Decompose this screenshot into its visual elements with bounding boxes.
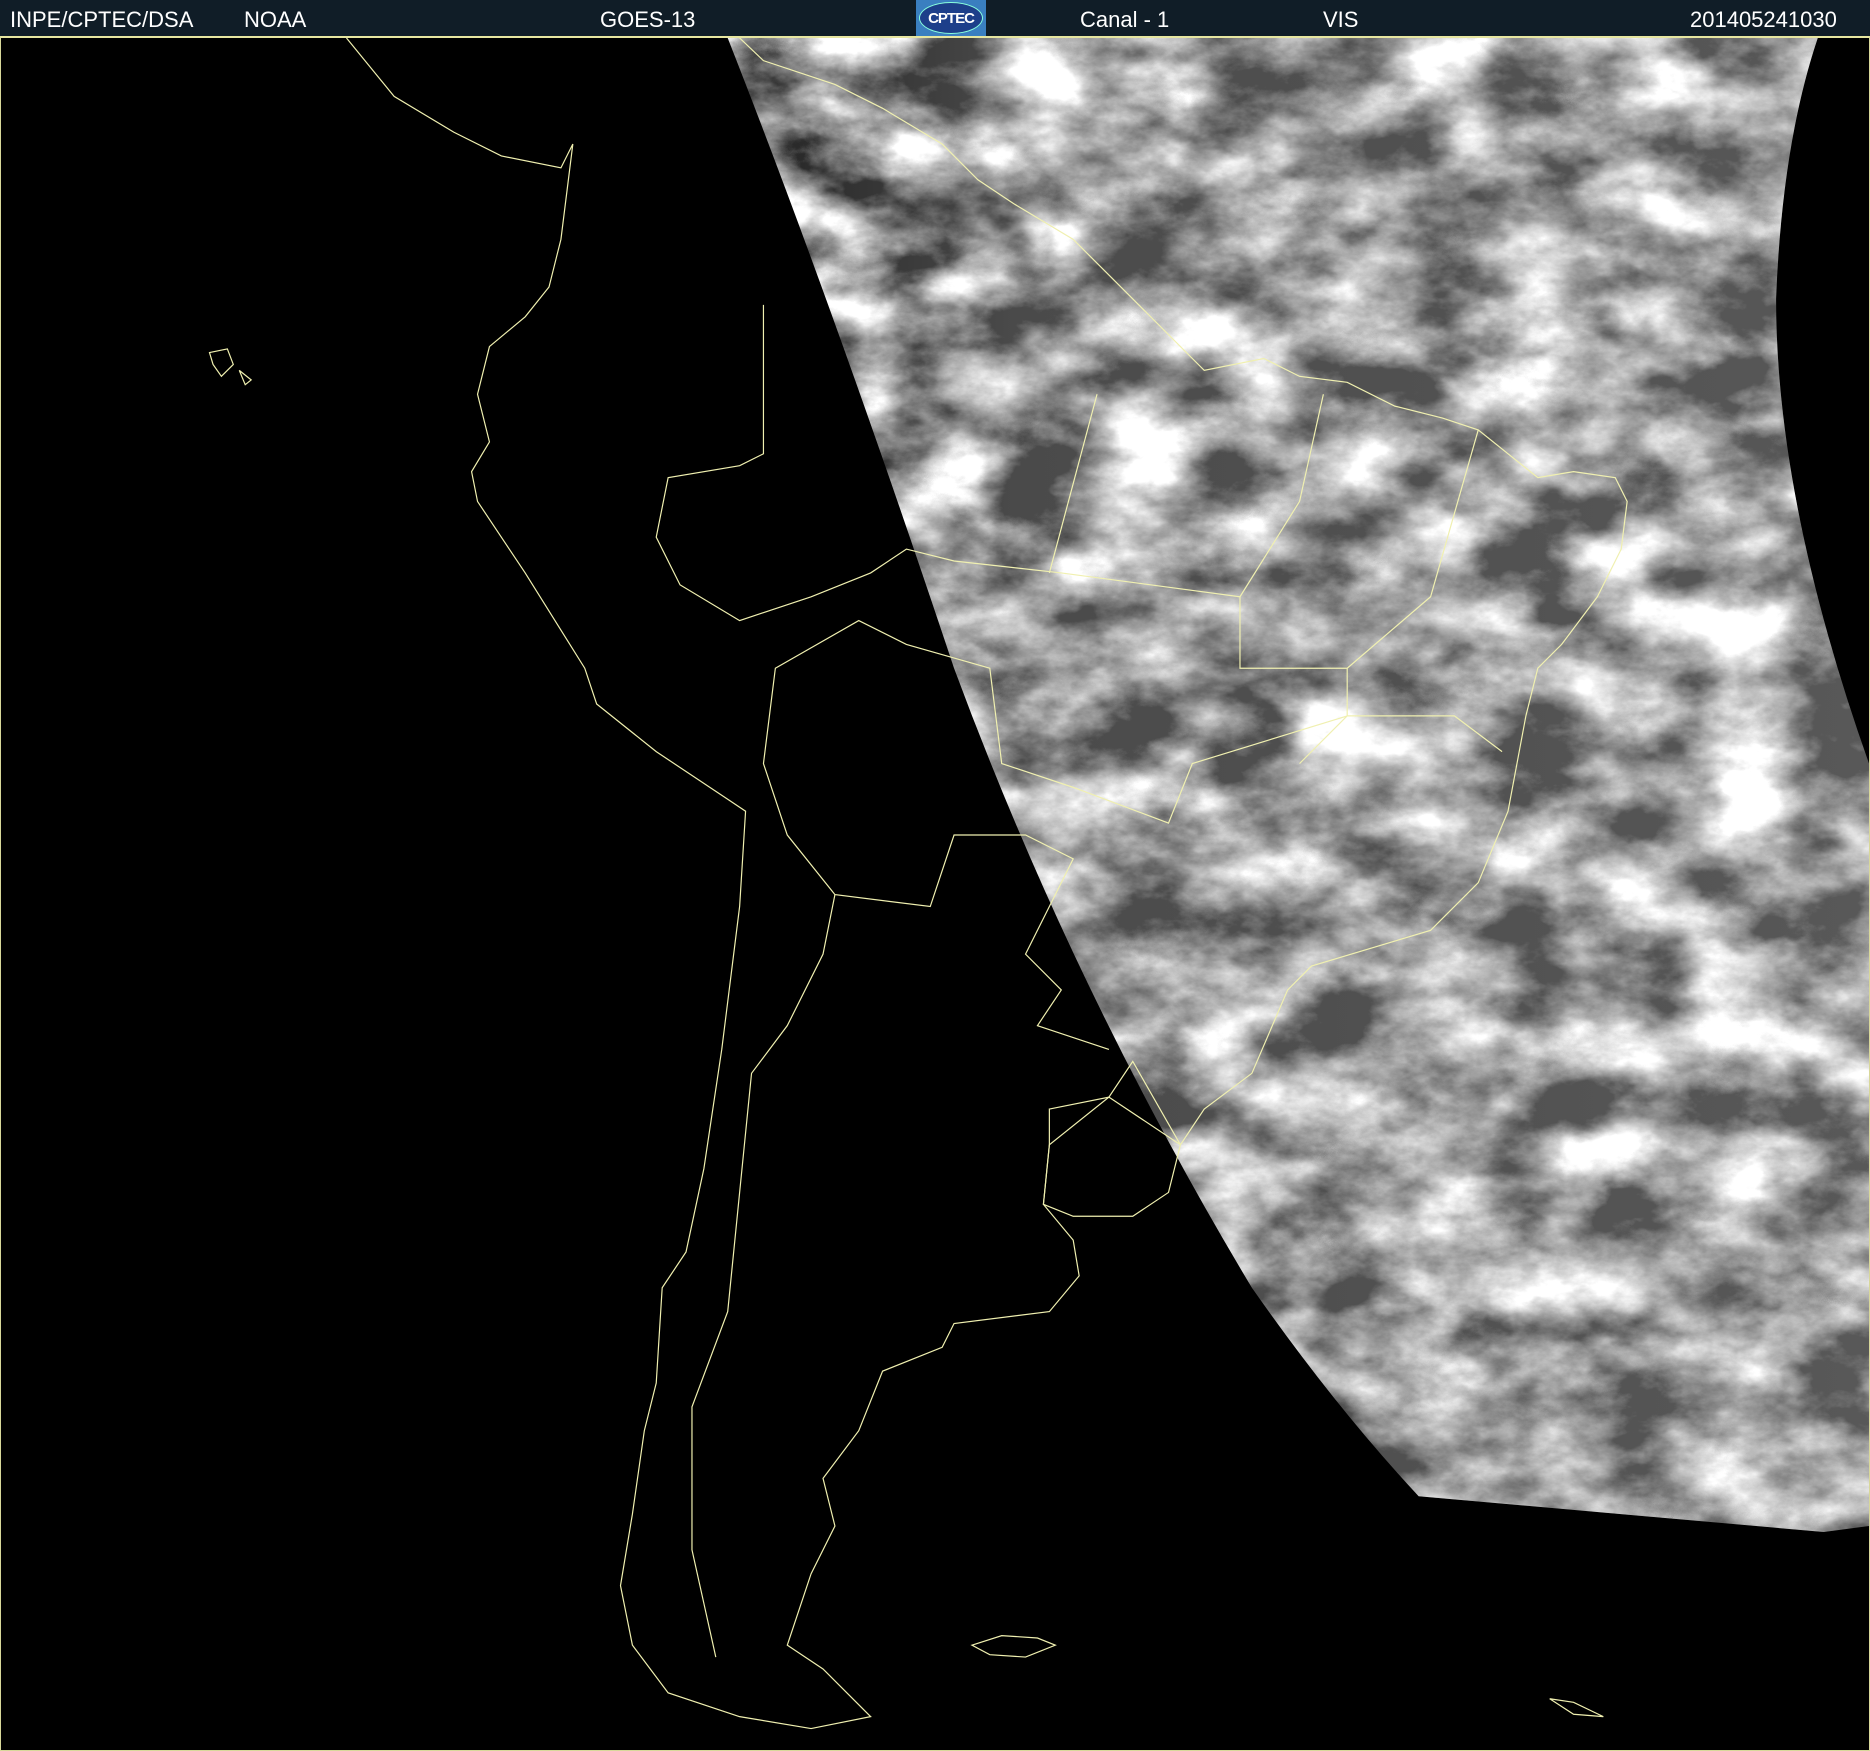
satellite-image [0, 36, 1870, 1751]
channel-label: Canal - 1 [1080, 7, 1170, 32]
south-georgia [1549, 1698, 1604, 1718]
logo-text: CPTEC [919, 2, 983, 34]
source-label: INPE/CPTEC/DSA [10, 7, 194, 32]
satellite-label: GOES-13 [600, 7, 696, 32]
cptec-logo: CPTEC [916, 0, 986, 36]
galapagos-islands [208, 348, 253, 386]
map-canvas [208, 38, 1869, 1730]
falkland-islands [970, 1635, 1057, 1658]
band-label: VIS [1323, 7, 1359, 32]
header-bar: INPE/CPTEC/DSA NOAA GOES-13 CPTEC Canal … [0, 0, 1870, 36]
agency-label: NOAA [244, 7, 307, 32]
satellite-coverage [727, 38, 1869, 1532]
timestamp-label: 201405241030 [1690, 7, 1837, 32]
